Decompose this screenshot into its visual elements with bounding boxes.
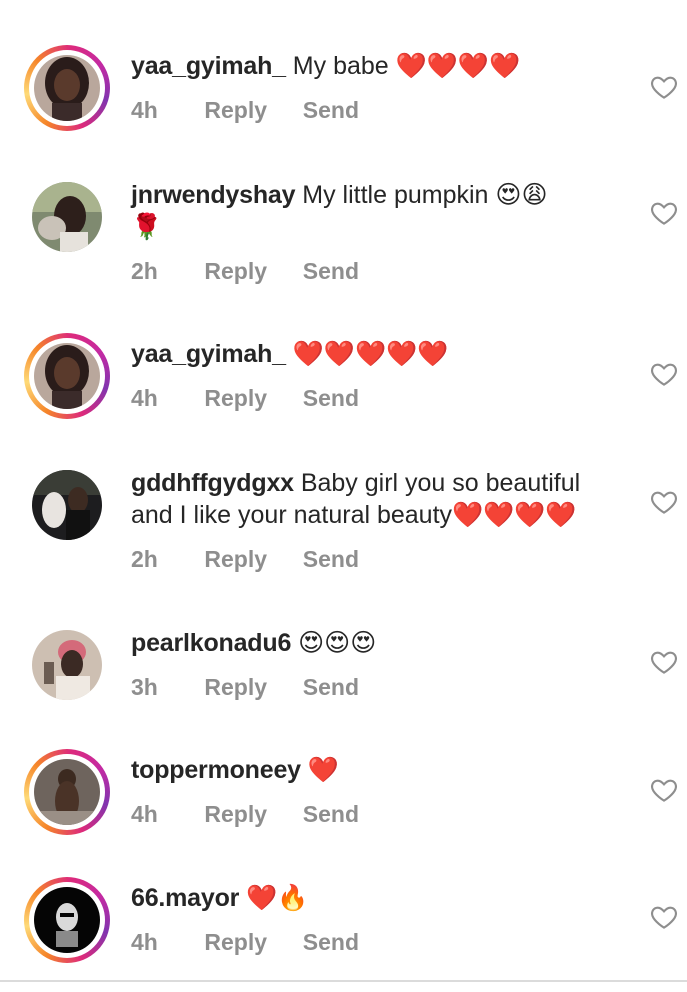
comment-meta: 4h Reply Send [131, 929, 359, 956]
timestamp: 4h [131, 385, 158, 411]
timestamp: 4h [131, 97, 158, 123]
avatar [32, 630, 102, 700]
reply-button[interactable]: Reply [204, 97, 296, 124]
reply-button[interactable]: Reply [204, 929, 296, 956]
comment-meta: 2h Reply Send [131, 258, 359, 285]
timestamp: 4h [131, 929, 158, 955]
timestamp: 4h [131, 801, 158, 827]
comment-text: gddhffgydgxx Baby girl you so beautiful … [131, 467, 631, 531]
reply-button[interactable]: Reply [204, 385, 296, 412]
heart-outline-icon[interactable] [649, 359, 679, 389]
comment-body: My little pumpkin [302, 181, 489, 209]
comment-meta: 4h Reply Send [131, 801, 359, 828]
comment-emoji: ❤️❤️❤️❤️ [395, 51, 521, 80]
comment-body: My babe [292, 52, 389, 80]
story-avatar[interactable] [24, 877, 110, 963]
comment-text: yaa_gyimah_ My babe ❤️❤️❤️❤️ [131, 50, 631, 82]
comment-text: 66.mayor ❤️🔥 [131, 882, 631, 914]
comment-text: pearlkonadu6 😍😍😍 [131, 627, 631, 659]
timestamp: 3h [131, 674, 158, 700]
story-avatar[interactable] [24, 749, 110, 835]
avatar-wrap[interactable] [24, 174, 110, 260]
comment-text: toppermoneey ❤️ [131, 754, 631, 786]
avatar [34, 759, 100, 825]
avatar [34, 343, 100, 409]
avatar-wrap[interactable] [24, 622, 110, 708]
avatar [34, 887, 100, 953]
send-button[interactable]: Send [303, 801, 359, 828]
username[interactable]: pearlkonadu6 [131, 629, 291, 657]
avatar [32, 182, 102, 252]
comment-text: yaa_gyimah_ ❤️❤️❤️❤️❤️ [131, 338, 631, 370]
comment-meta: 2h Reply Send [131, 546, 359, 573]
timestamp: 2h [131, 258, 158, 284]
comment-meta: 3h Reply Send [131, 674, 359, 701]
reply-button[interactable]: Reply [204, 801, 296, 828]
comment-emoji: ❤️❤️❤️❤️❤️ [292, 339, 449, 368]
heart-outline-icon[interactable] [649, 198, 679, 228]
username[interactable]: toppermoneey [131, 756, 301, 784]
comment-emoji: 😍😍😍 [298, 628, 377, 657]
heart-outline-icon[interactable] [649, 487, 679, 517]
bottom-divider [0, 980, 687, 982]
story-avatar[interactable] [24, 45, 110, 131]
send-button[interactable]: Send [303, 546, 359, 573]
username[interactable]: jnrwendyshay [131, 181, 296, 209]
comment-list: yaa_gyimah_ My babe ❤️❤️❤️❤️ 4h Reply Se… [0, 0, 687, 992]
story-avatar[interactable] [24, 333, 110, 419]
send-button[interactable]: Send [303, 97, 359, 124]
comment-emoji: ❤️❤️❤️❤️ [452, 500, 577, 529]
heart-outline-icon[interactable] [649, 902, 679, 932]
reply-button[interactable]: Reply [204, 674, 296, 701]
send-button[interactable]: Send [303, 258, 359, 285]
comment-emoji: ❤️ [307, 755, 339, 784]
comment-meta: 4h Reply Send [131, 385, 359, 412]
avatar-wrap[interactable] [24, 462, 110, 548]
comment-emoji: 😍😩 [495, 180, 548, 209]
send-button[interactable]: Send [303, 929, 359, 956]
comment-emoji: ❤️🔥 [246, 883, 309, 912]
comment-text: jnrwendyshay My little pumpkin 😍😩 🌹 [131, 179, 631, 243]
send-button[interactable]: Send [303, 385, 359, 412]
heart-outline-icon[interactable] [649, 72, 679, 102]
avatar [32, 470, 102, 540]
username[interactable]: 66.mayor [131, 884, 239, 912]
comment-meta: 4h Reply Send [131, 97, 359, 124]
heart-outline-icon[interactable] [649, 647, 679, 677]
reply-button[interactable]: Reply [204, 258, 296, 285]
rose-emoji: 🌹 [131, 212, 163, 241]
avatar [34, 55, 100, 121]
username[interactable]: yaa_gyimah_ [131, 340, 286, 368]
comment-body: Baby girl you so beautiful [300, 469, 581, 497]
reply-button[interactable]: Reply [204, 546, 296, 573]
send-button[interactable]: Send [303, 674, 359, 701]
username[interactable]: gddhffgydgxx [131, 469, 294, 497]
comment-body-line2: and I like your natural beauty [131, 501, 453, 529]
heart-outline-icon[interactable] [649, 775, 679, 805]
timestamp: 2h [131, 546, 158, 572]
username[interactable]: yaa_gyimah_ [131, 52, 286, 80]
